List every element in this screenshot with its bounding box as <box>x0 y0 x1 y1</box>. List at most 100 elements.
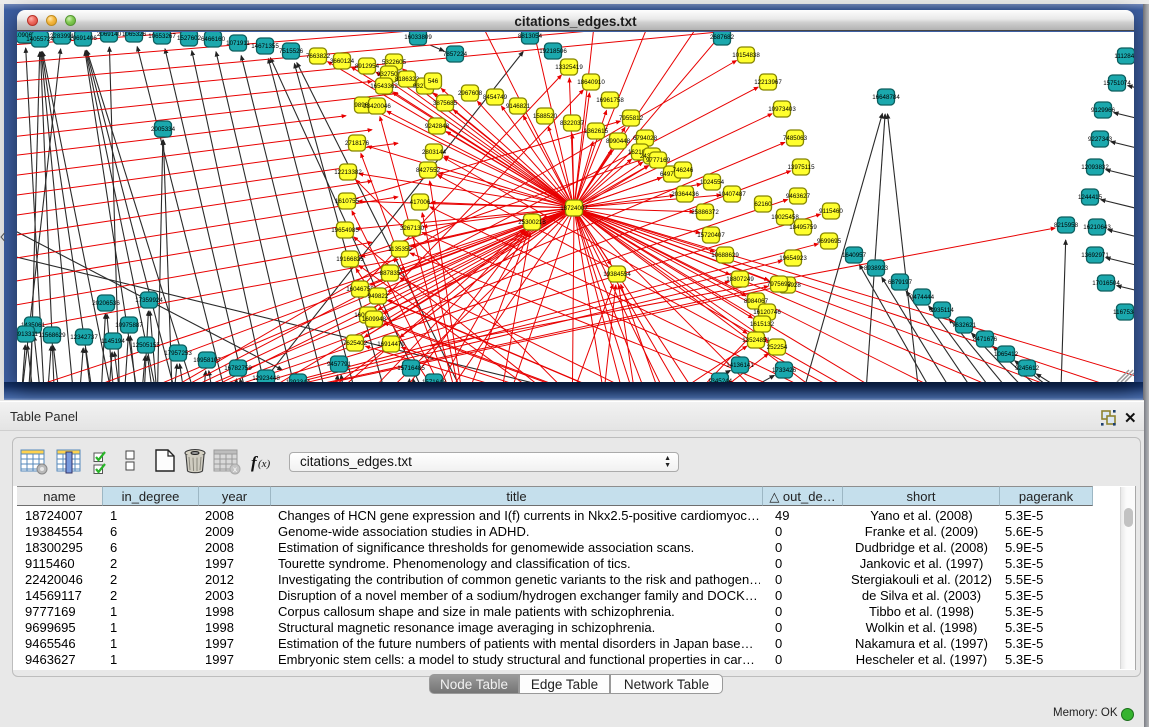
svg-text:9457791: 9457791 <box>327 361 352 368</box>
svg-text:1024554: 1024554 <box>700 179 725 186</box>
svg-text:8454749: 8454749 <box>483 94 508 101</box>
svg-text:16648784: 16648784 <box>872 94 900 101</box>
svg-text:10688629: 10688629 <box>711 252 739 259</box>
svg-text:(x): (x) <box>258 458 271 470</box>
svg-text:9474444: 9474444 <box>910 294 935 301</box>
svg-text:9146821: 9146821 <box>506 103 531 110</box>
svg-text:12342737: 12342737 <box>70 334 98 341</box>
svg-text:23420046: 23420046 <box>363 103 391 110</box>
svg-text:746246: 746246 <box>673 167 694 174</box>
svg-text:15716485: 15716485 <box>397 365 425 372</box>
svg-text:7515526: 7515526 <box>279 48 304 55</box>
svg-text:1345244: 1345244 <box>708 378 733 382</box>
svg-text:62160: 62160 <box>754 201 772 208</box>
svg-text:12505155: 12505155 <box>132 342 160 349</box>
svg-text:1527602: 1527602 <box>177 35 202 42</box>
svg-text:25300218: 25300218 <box>518 219 546 226</box>
svg-text:1112841: 1112841 <box>1114 53 1134 60</box>
svg-text:1292344: 1292344 <box>286 379 311 382</box>
svg-text:x: x <box>233 465 237 474</box>
svg-text:16120746: 16120746 <box>753 309 781 316</box>
svg-text:19654923: 19654923 <box>779 255 807 262</box>
svg-text:887835: 887835 <box>380 270 401 277</box>
svg-text:11568629: 11568629 <box>38 332 66 339</box>
svg-text:3913311: 3913311 <box>17 331 38 338</box>
svg-text:10407487: 10407487 <box>718 191 746 198</box>
svg-text:7625402: 7625402 <box>343 340 368 347</box>
svg-text:13975115: 13975115 <box>787 164 815 171</box>
svg-text:19384554: 19384554 <box>603 271 631 278</box>
svg-text:1615132: 1615132 <box>750 321 775 328</box>
svg-text:949822: 949822 <box>368 293 389 300</box>
svg-text:9463627: 9463627 <box>786 193 811 200</box>
svg-text:1065412: 1065412 <box>994 351 1019 358</box>
svg-text:16914479: 16914479 <box>377 341 405 348</box>
svg-text:3660124: 3660124 <box>330 58 355 65</box>
svg-text:1145194: 1145194 <box>101 338 125 345</box>
svg-text:1571648: 1571648 <box>422 379 447 382</box>
svg-text:8912954: 8912954 <box>355 63 380 70</box>
svg-text:3267130: 3267130 <box>400 225 425 232</box>
svg-text:7975692: 7975692 <box>767 281 792 288</box>
svg-text:2803144: 2803144 <box>422 149 447 156</box>
svg-text:10653267: 10653267 <box>148 33 176 40</box>
svg-text:15751074: 15751074 <box>1103 80 1131 87</box>
svg-text:16961758: 16961758 <box>596 97 624 104</box>
svg-text:7663822: 7663822 <box>306 53 331 60</box>
svg-text:7485063: 7485063 <box>783 135 808 142</box>
svg-text:1135359: 1135359 <box>388 246 412 253</box>
svg-text:20206536: 20206536 <box>92 300 120 307</box>
svg-text:1733426: 1733426 <box>772 367 797 374</box>
svg-text:12213382: 12213382 <box>334 169 362 176</box>
svg-text:1588520: 1588520 <box>533 113 558 120</box>
svg-text:10154838: 10154838 <box>732 52 760 59</box>
svg-text:9699695: 9699695 <box>817 238 842 245</box>
svg-text:1609948: 1609948 <box>362 316 387 323</box>
svg-text:1065326: 1065326 <box>122 32 147 38</box>
svg-text:8813054: 8813054 <box>518 33 543 40</box>
svg-text:1362615: 1362615 <box>584 128 609 135</box>
svg-text:1610755: 1610755 <box>335 198 360 205</box>
svg-text:9245612: 9245612 <box>1015 365 1040 372</box>
svg-text:2069140: 2069140 <box>97 32 122 38</box>
svg-text:12213967: 12213967 <box>754 79 782 86</box>
svg-text:13692971: 13692971 <box>1081 252 1109 259</box>
svg-text:13524851: 13524851 <box>742 337 770 344</box>
svg-text:17359924: 17359924 <box>135 297 163 304</box>
svg-text:7632621: 7632621 <box>952 322 977 329</box>
svg-text:8215958: 8215958 <box>1054 222 1079 229</box>
svg-text:16543362: 16543362 <box>370 83 398 90</box>
svg-text:14136141: 14136141 <box>726 362 754 369</box>
svg-text:8990448: 8990448 <box>606 138 631 145</box>
svg-text:20691406: 20691406 <box>69 35 97 42</box>
svg-text:17016504: 17016504 <box>1092 280 1120 287</box>
svg-text:9115460: 9115460 <box>819 208 843 215</box>
svg-text:8471676: 8471676 <box>973 336 998 343</box>
svg-text:16210643: 16210643 <box>1083 224 1111 231</box>
svg-text:13325419: 13325419 <box>555 64 583 71</box>
svg-text:1244415: 1244415 <box>1078 194 1103 201</box>
svg-text:6466160: 6466160 <box>201 36 226 43</box>
svg-text:2005334: 2005334 <box>151 126 176 133</box>
svg-text:7955812: 7955812 <box>619 115 644 122</box>
svg-text:8322037: 8322037 <box>560 120 585 127</box>
svg-text:2687682: 2687682 <box>710 34 735 41</box>
svg-text:1071911: 1071911 <box>226 40 250 47</box>
svg-text:9227343: 9227343 <box>1088 136 1113 143</box>
svg-text:252254: 252254 <box>767 344 788 351</box>
svg-text:15720407: 15720407 <box>697 232 725 239</box>
svg-text:16782759: 16782759 <box>224 365 252 372</box>
svg-text:1167534: 1167534 <box>1113 309 1134 316</box>
svg-text:3875685: 3875685 <box>433 100 458 107</box>
svg-text:7857224: 7857224 <box>443 51 468 58</box>
svg-text:19654985: 19654985 <box>331 227 359 234</box>
svg-text:417006: 417006 <box>410 199 431 206</box>
svg-text:8938923: 8938923 <box>864 265 889 272</box>
svg-text:12923448: 12923448 <box>252 375 280 382</box>
svg-text:10975887: 10975887 <box>115 322 143 329</box>
svg-text:9129966: 9129966 <box>1091 107 1116 114</box>
svg-text:18724007: 18724007 <box>560 205 588 212</box>
svg-text:9777169: 9777169 <box>646 157 671 164</box>
svg-text:5322605: 5322605 <box>382 59 407 66</box>
svg-text:16033809: 16033809 <box>404 34 432 41</box>
